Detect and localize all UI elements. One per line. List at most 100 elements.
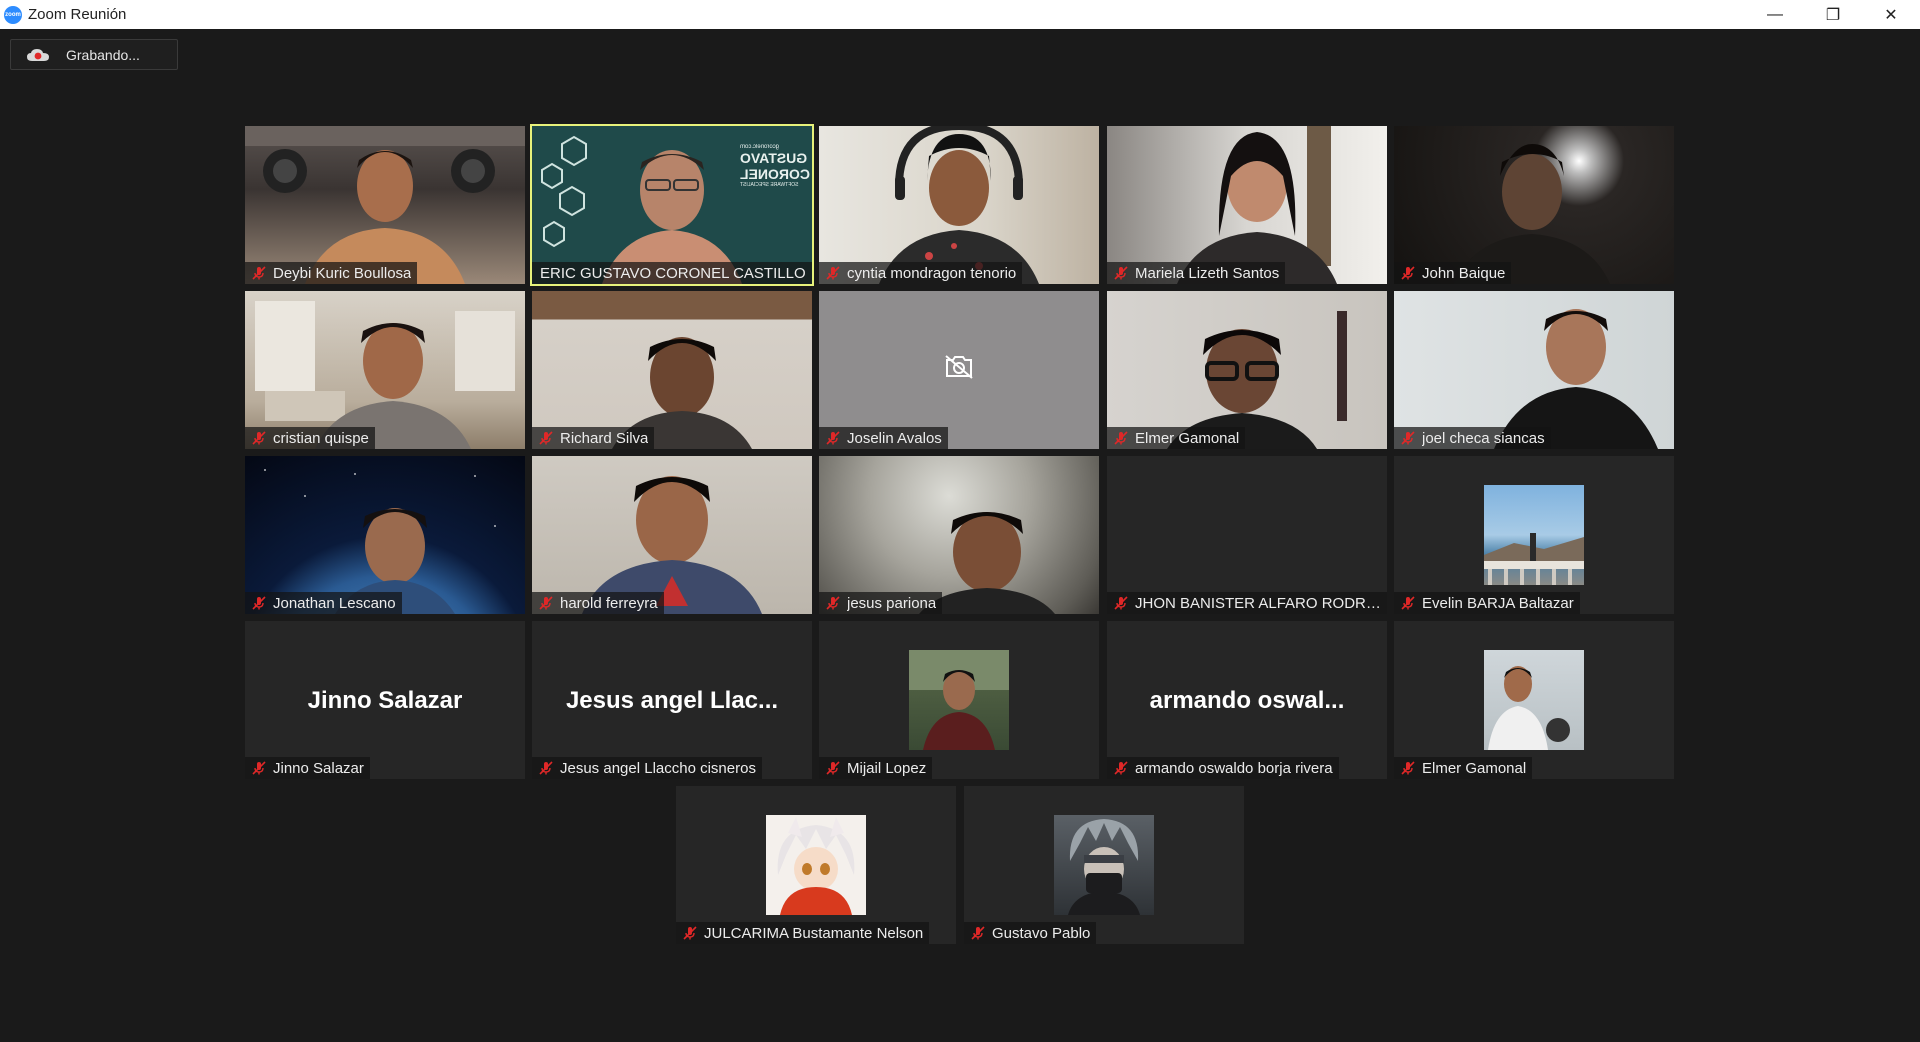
participant-video [1394,126,1674,284]
participant-name: cyntia mondragon tenorio [847,264,1017,282]
close-icon: ✕ [1884,6,1898,24]
participant-nameplate: joel checa siancas [1394,427,1551,449]
minimize-icon: — [1767,5,1783,23]
participant-name: Mijail Lopez [847,759,927,777]
participant-nameplate: armando oswaldo borja rivera [1107,757,1339,779]
participant-name: jesus pariona [847,594,937,612]
participant-tile-avatar[interactable]: Elmer Gamonal [1394,621,1674,779]
participant-tile-active-speaker[interactable]: gcoronelc.com GUSTAVO CORONEL SOFTWARE S… [530,124,814,286]
participant-name: Mariela Lizeth Santos [1135,264,1280,282]
restore-button[interactable]: ❐ [1804,0,1862,29]
zoom-app-icon: zoom [4,5,22,24]
participant-tile[interactable]: Deybi Kuric Boullosa [245,126,525,284]
muted-mic-icon [1114,266,1128,280]
close-button[interactable]: ✕ [1862,0,1920,29]
participant-nameplate: cristian quispe [245,427,375,449]
participant-nameplate: Gustavo Pablo [964,922,1097,944]
participant-display-name: armando oswal... [1149,687,1345,714]
participant-name: Jinno Salazar [273,759,364,777]
window-titlebar: zoom Zoom Reunión — ❐ ✕ [0,0,1920,29]
participant-tile[interactable]: Mariela Lizeth Santos [1107,126,1387,284]
muted-mic-icon [252,761,266,775]
muted-mic-icon [1401,431,1415,445]
participant-nameplate: JULCARIMA Bustamante Nelson [676,922,930,944]
participant-nameplate: Jesus angel Llaccho cisneros [532,757,762,779]
participant-nameplate: Jinno Salazar [245,757,370,779]
participant-tile-text[interactable]: armando oswal... armando oswaldo borja r… [1107,621,1387,779]
participant-tile-avatar[interactable]: JULCARIMA Bustamante Nelson [676,786,956,944]
participant-tile[interactable]: Jonathan Lescano [245,456,525,614]
participant-nameplate: cyntia mondragon tenorio [819,262,1023,284]
participant-name: Evelin BARJA Baltazar [1422,594,1574,612]
participant-tile[interactable]: joel checa siancas [1394,291,1674,449]
participant-nameplate: Jonathan Lescano [245,592,402,614]
window-title: Zoom Reunión [28,6,127,23]
muted-mic-icon [826,761,840,775]
background-line3: SOFTWARE SPECIALIST [740,182,799,188]
participant-video [532,291,812,449]
avatar [1484,650,1584,750]
recording-label: Grabando... [66,46,140,63]
participant-name: Joselin Avalos [847,429,942,447]
muted-mic-icon [1114,596,1128,610]
participant-tile[interactable]: jesus pariona [819,456,1099,614]
muted-mic-icon [1114,431,1128,445]
minimize-button[interactable]: — [1746,0,1804,29]
app-icon-label: zoom [5,11,21,18]
participant-tile[interactable]: John Baique [1394,126,1674,284]
participant-nameplate: Mariela Lizeth Santos [1107,262,1286,284]
virtual-background-text: gcoronelc.com GUSTAVO CORONEL SOFTWARE S… [740,144,810,188]
participant-nameplate: Deybi Kuric Boullosa [245,262,418,284]
camera-off-icon [945,355,973,379]
participant-tile-text[interactable]: Jinno Salazar Jinno Salazar [245,621,525,779]
participant-name: Deybi Kuric Boullosa [273,264,412,282]
avatar [1484,485,1584,585]
muted-mic-icon [539,761,553,775]
muted-mic-icon [826,431,840,445]
participant-nameplate: Richard Silva [532,427,655,449]
participant-video: gcoronelc.com GUSTAVO CORONEL SOFTWARE S… [532,126,812,284]
participant-name: ERIC GUSTAVO CORONEL CASTILLO [540,264,806,282]
muted-mic-icon [1114,761,1128,775]
muted-mic-icon [539,431,553,445]
muted-mic-icon [1401,596,1415,610]
participant-tile[interactable]: cristian quispe [245,291,525,449]
participant-tile-camera-off[interactable]: Joselin Avalos [819,291,1099,449]
participant-video [245,291,525,449]
muted-mic-icon [826,596,840,610]
avatar [1054,815,1154,915]
participant-tile[interactable]: Elmer Gamonal [1107,291,1387,449]
participant-tile-avatar[interactable]: Gustavo Pablo [964,786,1244,944]
participant-nameplate: harold ferreyra [532,592,664,614]
participant-video [245,456,525,614]
participant-name: Gustavo Pablo [992,924,1091,942]
background-line1: GUSTAVO [740,150,808,166]
cloud-record-icon [26,47,50,63]
muted-mic-icon [683,926,697,940]
participant-tile-avatar[interactable]: Mijail Lopez [819,621,1099,779]
muted-mic-icon [1401,761,1415,775]
participant-name: Elmer Gamonal [1422,759,1527,777]
participant-nameplate: Joselin Avalos [819,427,948,449]
participant-name: harold ferreyra [560,594,658,612]
participant-video [819,456,1099,614]
participant-tile[interactable]: harold ferreyra [532,456,812,614]
participant-video [245,126,525,284]
participant-nameplate: ERIC GUSTAVO CORONEL CASTILLO [532,262,812,284]
recording-indicator[interactable]: Grabando... [10,39,178,70]
participant-tile-text[interactable]: Jesus angel Llac... Jesus angel Llaccho … [532,621,812,779]
participant-nameplate: Elmer Gamonal [1394,757,1533,779]
participant-tile-avatar[interactable]: Evelin BARJA Baltazar [1394,456,1674,614]
participant-tile[interactable]: cyntia mondragon tenorio [819,126,1099,284]
window-controls: — ❐ ✕ [1746,0,1920,29]
muted-mic-icon [252,266,266,280]
avatar [909,650,1009,750]
participant-tile-blank[interactable]: JHON BANISTER ALFARO RODRIG... [1107,456,1387,614]
participant-video [1107,126,1387,284]
participant-nameplate: Elmer Gamonal [1107,427,1246,449]
participant-name: cristian quispe [273,429,369,447]
participant-tile[interactable]: Richard Silva [532,291,812,449]
participant-display-name: Jesus angel Llac... [565,687,779,714]
participant-name: Jonathan Lescano [273,594,396,612]
participant-name: joel checa siancas [1422,429,1545,447]
